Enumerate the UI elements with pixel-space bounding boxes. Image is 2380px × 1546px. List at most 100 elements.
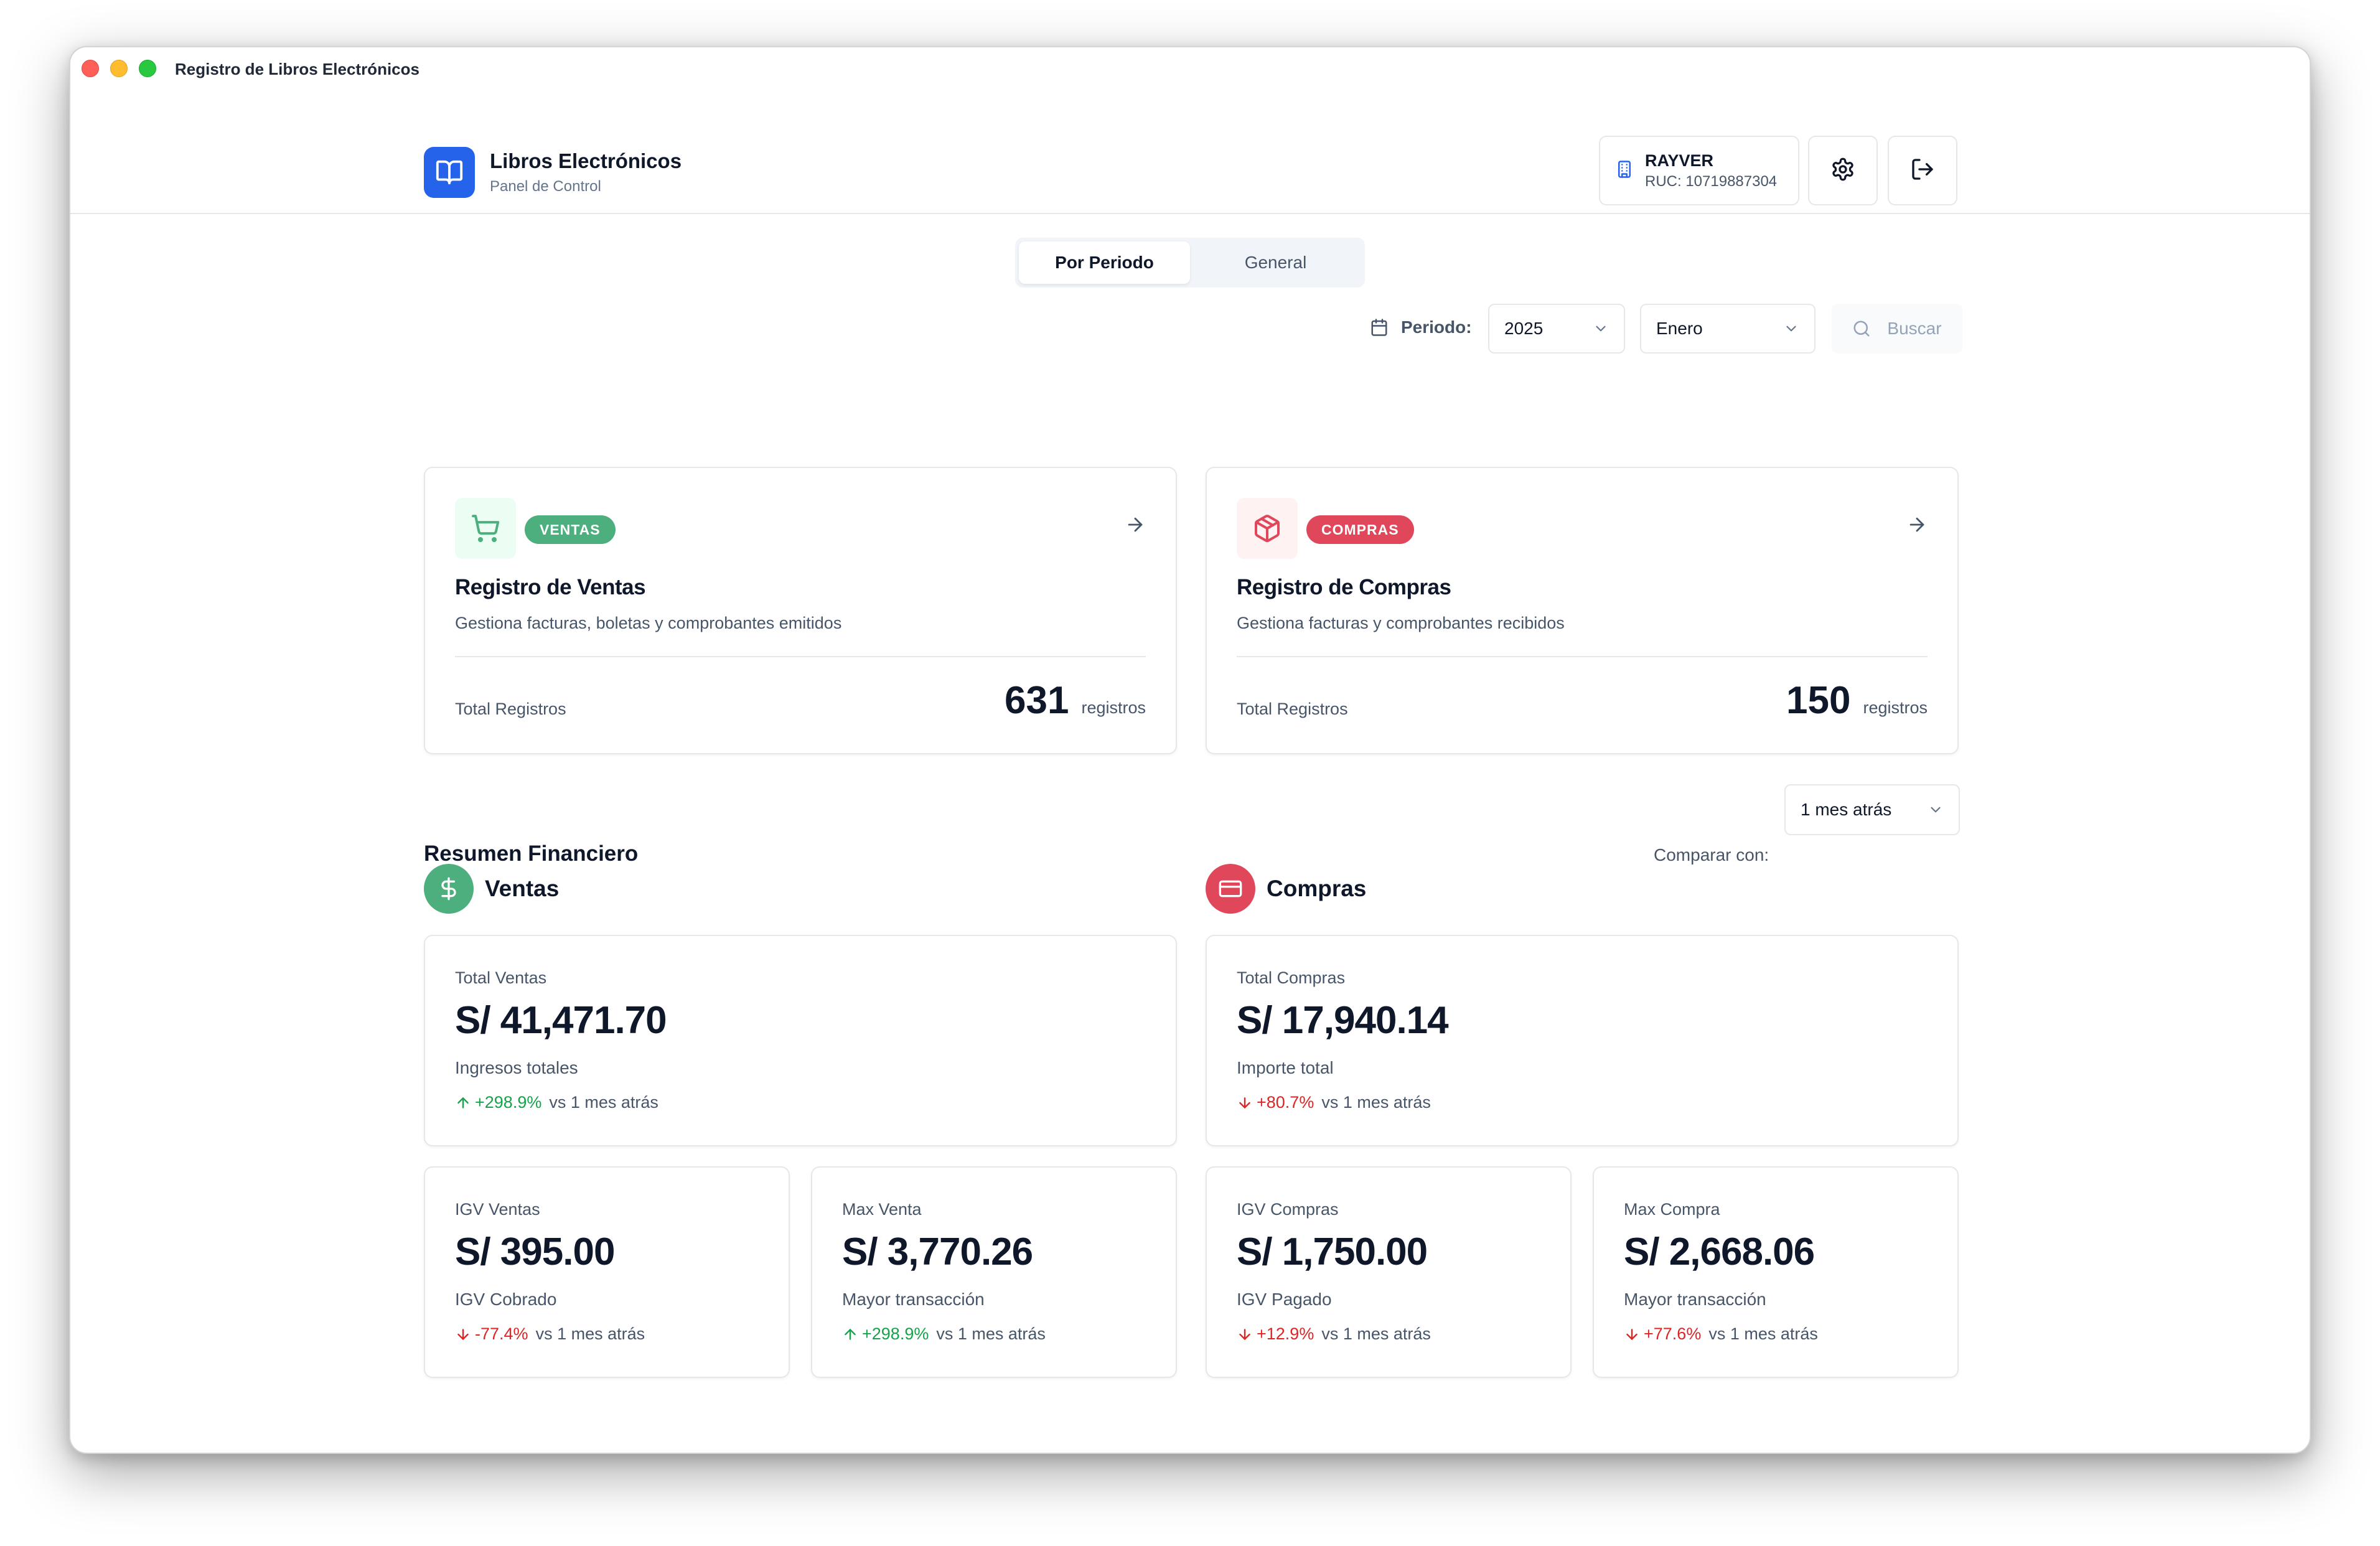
total-ventas-card: Total Ventas S/ 41,471.70 Ingresos total… xyxy=(424,935,1177,1146)
credit-card-icon xyxy=(1206,864,1255,914)
max-venta-card: Max Venta S/ 3,770.26 Mayor transacción … xyxy=(811,1166,1177,1378)
change-percent: +298.9% xyxy=(862,1324,929,1343)
stat-change: -77.4% vs 1 mes atrás xyxy=(455,1324,645,1344)
month-select[interactable]: Enero xyxy=(1640,304,1815,354)
arrow-down-icon xyxy=(1237,1326,1253,1342)
view-tabs: Por Periodo General xyxy=(1015,238,1365,288)
ventas-group-title: Ventas xyxy=(485,876,560,901)
stat-description: IGV Cobrado xyxy=(455,1290,557,1309)
divider xyxy=(455,656,1146,657)
company-name: RAYVER xyxy=(1645,151,1714,170)
brand-subtitle: Panel de Control xyxy=(490,178,601,195)
stat-description: IGV Pagado xyxy=(1237,1290,1332,1309)
stat-change: +80.7% vs 1 mes atrás xyxy=(1237,1093,1431,1112)
window-controls xyxy=(82,60,156,77)
stat-value: S/ 2,668.06 xyxy=(1624,1230,1815,1273)
change-vs: vs 1 mes atrás xyxy=(1321,1093,1431,1112)
ventas-register-card[interactable]: VENTAS Registro de Ventas Gestiona factu… xyxy=(424,467,1177,754)
year-select[interactable]: 2025 xyxy=(1488,304,1625,354)
package-icon xyxy=(1237,498,1298,559)
stat-change: +12.9% vs 1 mes atrás xyxy=(1237,1324,1431,1344)
tab-general[interactable]: General xyxy=(1190,241,1361,284)
company-selector[interactable]: RAYVER RUC: 10719887304 xyxy=(1599,136,1799,205)
ventas-group-header: Ventas xyxy=(424,864,559,914)
compras-register-description: Gestiona facturas y comprobantes recibid… xyxy=(1237,614,1565,632)
stat-change: +298.9% vs 1 mes atrás xyxy=(455,1093,658,1112)
ventas-total-unit: registros xyxy=(1081,698,1146,717)
change-vs: vs 1 mes atrás xyxy=(936,1324,1046,1343)
compare-label: Comparar con: xyxy=(1654,845,1769,864)
change-vs: vs 1 mes atrás xyxy=(1708,1324,1818,1343)
search-button[interactable]: Buscar xyxy=(1832,304,1962,354)
arrow-down-icon xyxy=(1624,1326,1640,1342)
change-percent: +80.7% xyxy=(1257,1093,1314,1112)
ventas-total: 631 registros xyxy=(1005,678,1146,723)
igv-ventas-card: IGV Ventas S/ 395.00 IGV Cobrado -77.4% … xyxy=(424,1166,790,1378)
compras-total: 150 registros xyxy=(1786,678,1928,723)
compras-total-unit: registros xyxy=(1863,698,1928,717)
calendar-icon xyxy=(1370,318,1389,337)
period-filters: Periodo: 2025 Enero Buscar xyxy=(70,304,2310,354)
arrow-right-icon[interactable] xyxy=(1906,514,1928,538)
stat-description: Importe total xyxy=(1237,1058,1334,1077)
stat-value: S/ 3,770.26 xyxy=(842,1230,1033,1273)
stat-label: IGV Compras xyxy=(1237,1200,1339,1219)
divider xyxy=(1237,656,1928,657)
stat-change: +298.9% vs 1 mes atrás xyxy=(842,1324,1046,1344)
change-percent: +12.9% xyxy=(1257,1324,1314,1343)
arrow-right-icon[interactable] xyxy=(1125,514,1146,538)
tab-por-periodo[interactable]: Por Periodo xyxy=(1019,241,1190,284)
app-header: Libros Electrónicos Panel de Control RAY… xyxy=(70,90,2310,214)
arrow-down-icon xyxy=(1237,1095,1253,1111)
book-icon xyxy=(424,147,475,198)
max-compra-card: Max Compra S/ 2,668.06 Mayor transacción… xyxy=(1593,1166,1959,1378)
change-vs: vs 1 mes atrás xyxy=(1321,1324,1431,1343)
change-percent: +77.6% xyxy=(1644,1324,1702,1343)
change-vs: vs 1 mes atrás xyxy=(535,1324,645,1343)
chevron-down-icon xyxy=(1783,321,1799,337)
settings-button[interactable] xyxy=(1808,136,1878,205)
period-label: Periodo: xyxy=(1401,317,1472,337)
stat-label: Max Compra xyxy=(1624,1200,1720,1219)
stat-label: IGV Ventas xyxy=(455,1200,540,1219)
maximize-window-button[interactable] xyxy=(139,60,156,77)
month-value: Enero xyxy=(1656,319,1703,338)
stat-label: Total Ventas xyxy=(455,968,547,987)
compare-value: 1 mes atrás xyxy=(1801,800,1892,819)
brand: Libros Electrónicos Panel de Control xyxy=(424,147,682,198)
compras-total-count: 150 xyxy=(1786,679,1851,722)
brand-title: Libros Electrónicos xyxy=(490,149,682,172)
logout-icon xyxy=(1910,157,1935,185)
logout-button[interactable] xyxy=(1888,136,1957,205)
stat-value: S/ 41,471.70 xyxy=(455,999,667,1042)
change-percent: +298.9% xyxy=(475,1093,542,1112)
ventas-total-count: 631 xyxy=(1005,679,1069,722)
chevron-down-icon xyxy=(1928,802,1944,818)
search-label: Buscar xyxy=(1887,319,1942,338)
dollar-icon xyxy=(424,864,474,914)
compras-group-header: Compras xyxy=(1206,864,1366,914)
arrow-down-icon xyxy=(455,1326,471,1342)
compras-register-card[interactable]: COMPRAS Registro de Compras Gestiona fac… xyxy=(1206,467,1959,754)
app-window: Registro de Libros Electrónicos Libros E… xyxy=(69,46,2311,1454)
year-value: 2025 xyxy=(1504,319,1544,338)
ventas-register-description: Gestiona facturas, boletas y comprobante… xyxy=(455,614,842,632)
window-title: Registro de Libros Electrónicos xyxy=(175,60,419,78)
building-icon xyxy=(1615,160,1634,182)
compras-register-title: Registro de Compras xyxy=(1237,575,1451,599)
change-percent: -77.4% xyxy=(475,1324,528,1343)
compras-group-title: Compras xyxy=(1267,876,1367,901)
close-window-button[interactable] xyxy=(82,60,99,77)
minimize-window-button[interactable] xyxy=(110,60,128,77)
total-compras-card: Total Compras S/ 17,940.14 Importe total… xyxy=(1206,935,1959,1146)
chevron-down-icon xyxy=(1593,321,1609,337)
title-bar: Registro de Libros Electrónicos xyxy=(70,47,2310,90)
summary-title: Resumen Financiero xyxy=(424,841,639,866)
arrow-up-icon xyxy=(842,1326,858,1342)
stat-value: S/ 395.00 xyxy=(455,1230,615,1273)
compras-total-label: Total Registros xyxy=(1237,700,1348,718)
compare-select[interactable]: 1 mes atrás xyxy=(1784,784,1960,835)
stat-description: Mayor transacción xyxy=(842,1290,985,1309)
ventas-register-title: Registro de Ventas xyxy=(455,575,646,599)
stat-description: Ingresos totales xyxy=(455,1058,578,1077)
